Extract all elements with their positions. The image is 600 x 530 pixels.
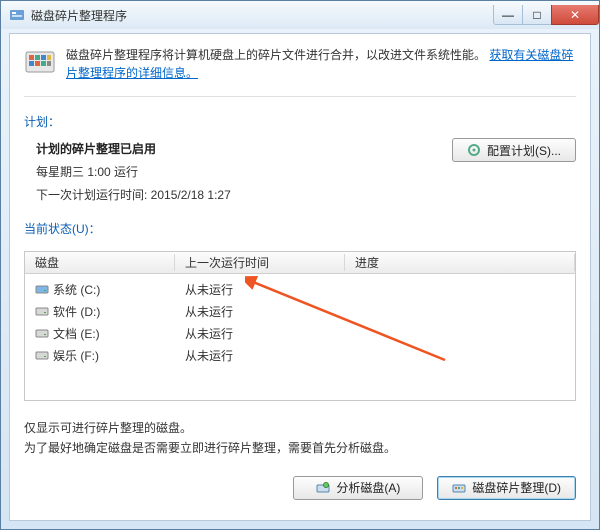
defrag-label: 磁盘碎片整理(D) — [472, 479, 561, 496]
close-button[interactable]: ✕ — [551, 5, 599, 25]
col-header-progress[interactable]: 进度 — [345, 254, 575, 271]
cell-disk: 软件 (D:) — [25, 303, 175, 320]
maximize-button[interactable]: □ — [522, 5, 552, 25]
table-header: 磁盘 上一次运行时间 进度 — [25, 252, 575, 274]
footer-buttons: 分析磁盘(A) 磁盘碎片整理(D) — [24, 476, 576, 500]
table-row[interactable]: 文档 (E:) 从未运行 — [25, 322, 575, 344]
app-icon — [9, 7, 25, 23]
info-banner: 磁盘碎片整理程序将计算机硬盘上的碎片文件进行合并，以改进文件系统性能。 获取有关… — [24, 46, 576, 97]
disk-name: 文档 (E:) — [53, 325, 100, 342]
table-body: 系统 (C:)从未运行软件 (D:)从未运行文档 (E:)从未运行娱乐 (F:)… — [25, 274, 575, 370]
defrag-icon — [24, 46, 56, 78]
col-header-last[interactable]: 上一次运行时间 — [175, 254, 345, 271]
minimize-button[interactable]: — — [493, 5, 523, 25]
defrag-button[interactable]: 磁盘碎片整理(D) — [437, 476, 576, 500]
table-row[interactable]: 软件 (D:) 从未运行 — [25, 300, 575, 322]
cell-last: 从未运行 — [175, 281, 345, 298]
cell-last: 从未运行 — [175, 347, 345, 364]
cell-last: 从未运行 — [175, 303, 345, 320]
footnote-line2: 为了最好地确定磁盘是否需要立即进行碎片整理，需要首先分析磁盘。 — [24, 439, 576, 458]
footnote-line1: 仅显示可进行碎片整理的磁盘。 — [24, 419, 576, 438]
footnote: 仅显示可进行碎片整理的磁盘。 为了最好地确定磁盘是否需要立即进行碎片整理，需要首… — [24, 419, 576, 457]
disk-table: 磁盘 上一次运行时间 进度 系统 (C:)从未运行软件 (D:)从未运行文档 (… — [24, 251, 576, 401]
analyze-label: 分析磁盘(A) — [336, 479, 400, 496]
configure-plan-button[interactable]: 配置计划(S)... — [452, 138, 576, 162]
window-frame: 磁盘碎片整理程序 — □ ✕ 磁盘碎片整理程序将计算机硬盘上的碎片文件进行合并，… — [0, 0, 600, 530]
table-row[interactable]: 系统 (C:) 从未运行 — [25, 278, 575, 300]
plan-title: 计划的碎片整理已启用 — [36, 138, 452, 161]
banner-text: 磁盘碎片整理程序将计算机硬盘上的碎片文件进行合并，以改进文件系统性能。 获取有关… — [66, 46, 576, 82]
plan-row: 计划的碎片整理已启用 每星期三 1:00 运行 下一次计划运行时间: 2015/… — [24, 138, 576, 206]
status-section-label: 当前状态(U)： — [24, 220, 576, 237]
plan-next: 下一次计划运行时间: 2015/2/18 1:27 — [36, 184, 452, 207]
banner-description: 磁盘碎片整理程序将计算机硬盘上的碎片文件进行合并，以改进文件系统性能。 — [66, 48, 486, 62]
disk-icon — [35, 304, 49, 318]
cell-last: 从未运行 — [175, 325, 345, 342]
analyze-button[interactable]: 分析磁盘(A) — [293, 476, 423, 500]
defrag-btn-icon — [452, 481, 466, 495]
plan-details: 计划的碎片整理已启用 每星期三 1:00 运行 下一次计划运行时间: 2015/… — [24, 138, 452, 206]
window-title: 磁盘碎片整理程序 — [31, 7, 494, 24]
plan-schedule: 每星期三 1:00 运行 — [36, 161, 452, 184]
disk-icon — [35, 282, 49, 296]
window-buttons: — □ ✕ — [494, 5, 599, 25]
plan-section-label: 计划： — [24, 113, 576, 130]
analyze-icon — [316, 481, 330, 495]
content-pane: 磁盘碎片整理程序将计算机硬盘上的碎片文件进行合并，以改进文件系统性能。 获取有关… — [9, 33, 591, 521]
cell-disk: 系统 (C:) — [25, 281, 175, 298]
disk-name: 系统 (C:) — [53, 281, 100, 298]
configure-plan-label: 配置计划(S)... — [487, 142, 561, 159]
titlebar[interactable]: 磁盘碎片整理程序 — □ ✕ — [1, 1, 599, 29]
disk-name: 软件 (D:) — [53, 303, 100, 320]
cell-disk: 娱乐 (F:) — [25, 347, 175, 364]
disk-name: 娱乐 (F:) — [53, 347, 99, 364]
cell-disk: 文档 (E:) — [25, 325, 175, 342]
table-row[interactable]: 娱乐 (F:) 从未运行 — [25, 344, 575, 366]
gear-icon — [467, 143, 481, 157]
col-header-disk[interactable]: 磁盘 — [25, 254, 175, 271]
disk-icon — [35, 348, 49, 362]
disk-icon — [35, 326, 49, 340]
